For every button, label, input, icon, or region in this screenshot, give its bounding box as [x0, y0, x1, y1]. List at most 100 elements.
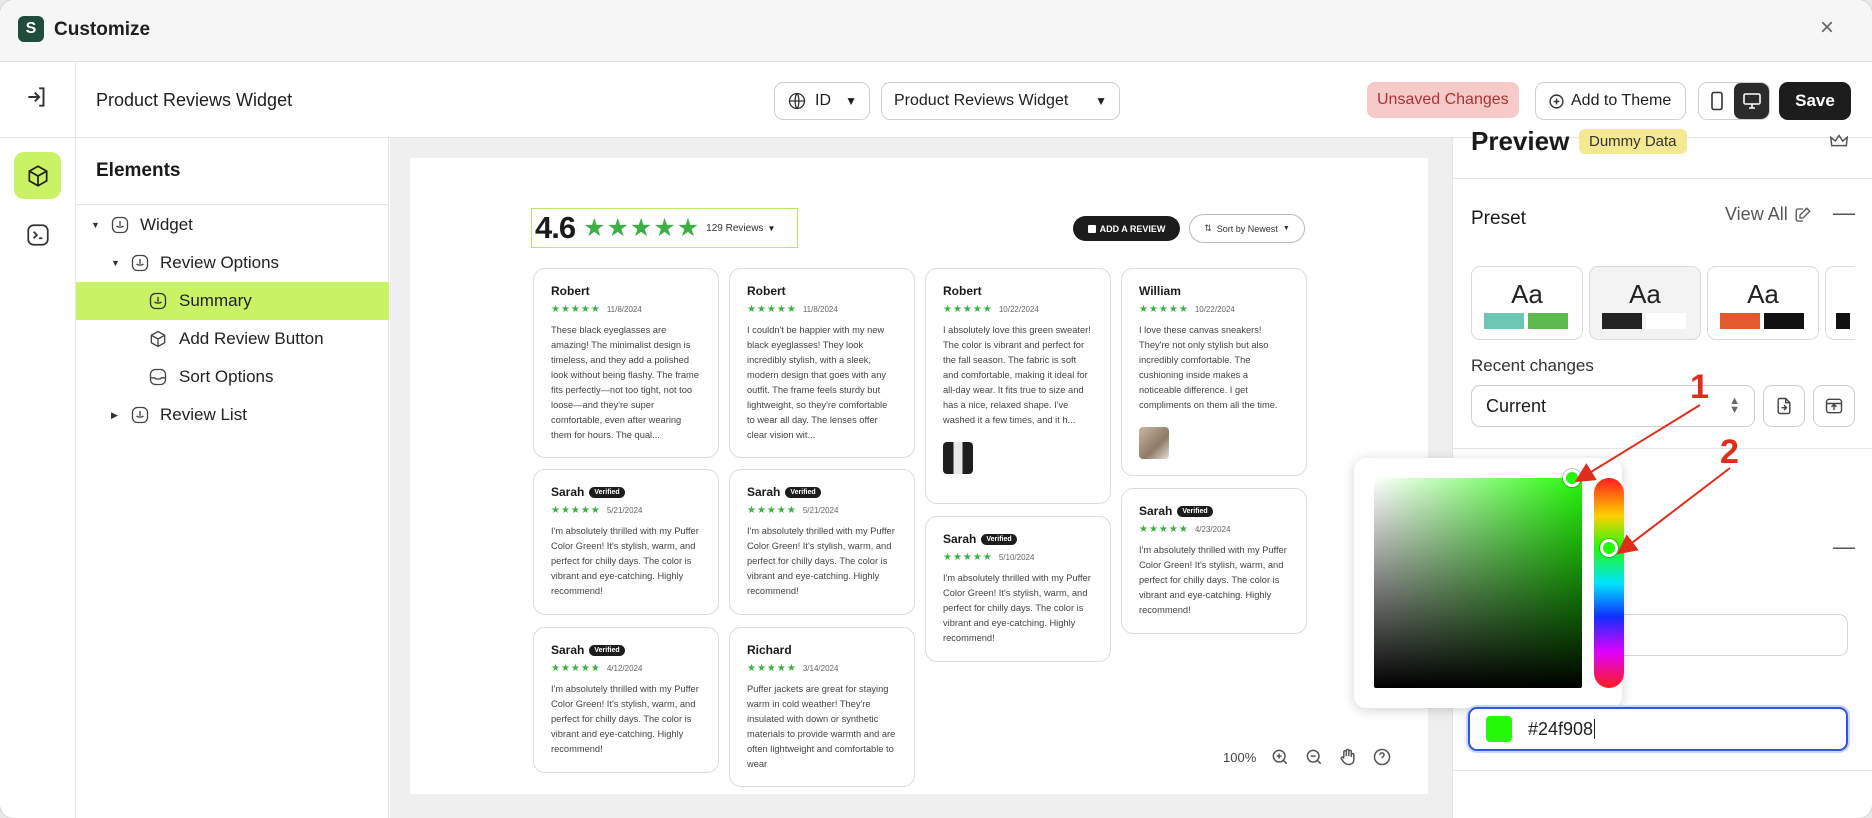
add-review-label: ADD A REVIEW — [1099, 223, 1166, 234]
exit-icon[interactable] — [24, 84, 50, 110]
sort-select[interactable]: ⇅ Sort by Newest ▼ — [1189, 214, 1305, 243]
mobile-view-icon[interactable] — [1699, 83, 1734, 119]
add-review-button[interactable]: ADD A REVIEW — [1073, 216, 1180, 241]
tree-item-sort-options[interactable]: Sort Options — [76, 358, 389, 396]
add-to-theme-button[interactable]: Add to Theme — [1535, 82, 1686, 120]
preset-card[interactable]: Aa — [1707, 266, 1819, 340]
save-button[interactable]: Save — [1779, 82, 1851, 120]
help-icon[interactable] — [1372, 747, 1392, 767]
top-toolbar: Product Reviews Widget ID ▼ Product Revi… — [0, 62, 1872, 138]
color-picker-popover — [1354, 458, 1624, 708]
terminal-icon — [26, 223, 49, 246]
view-all-link[interactable]: View All — [1725, 204, 1812, 225]
chevron-down-icon: ▼ — [845, 94, 857, 108]
import-icon — [1777, 397, 1791, 415]
preset-sample: Aa — [1747, 279, 1779, 309]
caret-down-icon[interactable]: ▼ — [91, 220, 100, 230]
hand-icon[interactable] — [1338, 747, 1358, 767]
updown-icon: ▲ ▼ — [1729, 395, 1740, 416]
tree-item-summary[interactable]: Summary — [76, 282, 389, 320]
review-stars: ★★★★★ — [943, 552, 993, 563]
review-stars: ★★★★★ — [747, 663, 797, 674]
hue-slider[interactable] — [1594, 478, 1624, 688]
review-card: Robert ★★★★★ 11/8/2024 These black eyegla… — [533, 268, 719, 458]
language-select[interactable]: ID ▼ — [774, 82, 870, 120]
elements-nav-button[interactable] — [14, 152, 61, 199]
desktop-view-icon[interactable] — [1734, 83, 1769, 119]
review-text: I absolutely love this green sweater! Th… — [943, 325, 1091, 425]
dummy-data-badge: Dummy Data — [1579, 129, 1687, 154]
close-icon[interactable]: × — [1820, 16, 1834, 40]
divider — [1453, 448, 1872, 449]
recent-changes-select[interactable]: Current ▲ ▼ — [1471, 385, 1755, 427]
hue-handle[interactable] — [1600, 539, 1618, 557]
review-stars: ★★★★★ — [551, 505, 601, 516]
inbox-icon — [149, 368, 167, 386]
preset-card[interactable]: Aa — [1589, 266, 1701, 340]
preset-card-partial[interactable] — [1825, 266, 1855, 340]
add-to-theme-label: Add to Theme — [1571, 92, 1672, 109]
chevron-down-icon: ▼ — [1282, 225, 1290, 232]
device-toggle — [1698, 82, 1770, 120]
tree-item-label: Widget — [140, 215, 193, 234]
tree-item-review-list[interactable]: ▶ Review List — [76, 396, 389, 434]
reviewer-name: Robert — [551, 284, 590, 298]
review-stars: ★★★★★ — [1139, 524, 1189, 535]
rating-summary[interactable]: 4.6 ★★★★★ 129 Reviews ▼ — [531, 208, 798, 248]
caret-right-icon[interactable]: ▶ — [111, 410, 118, 421]
export-button[interactable] — [1813, 385, 1855, 427]
divider — [1453, 178, 1872, 179]
review-photo-thumbnail[interactable] — [943, 442, 973, 474]
color-swatch[interactable] — [1486, 716, 1512, 742]
review-text: I love these canvas sneakers! They're no… — [1139, 325, 1278, 410]
widget-icon — [131, 406, 149, 424]
widget-select[interactable]: Product Reviews Widget ▼ — [881, 82, 1120, 120]
recent-changes-label: Recent changes — [1471, 356, 1594, 375]
tree-item-widget[interactable]: ▼ Widget — [76, 206, 389, 244]
crown-icon[interactable] — [1828, 130, 1850, 152]
reviewer-name: Sarah — [1139, 504, 1173, 518]
review-photo-thumbnail[interactable] — [1139, 427, 1169, 459]
review-date: 11/8/2024 — [802, 305, 838, 314]
sort-icon: ⇅ — [1204, 223, 1212, 233]
hex-color-input[interactable]: #24f908 — [1468, 707, 1848, 751]
review-card: Richard ★★★★★ 3/14/2024 Puffer jackets ar… — [729, 627, 915, 787]
tree-item-review-options[interactable]: ▼ Review Options — [76, 244, 389, 282]
code-nav-button[interactable] — [14, 211, 61, 258]
review-stars: ★★★★★ — [1139, 304, 1189, 315]
app-title: Customize — [54, 19, 151, 40]
tree-item-label: Review List — [160, 405, 247, 424]
zoom-out-icon[interactable] — [1304, 747, 1324, 767]
zoom-in-icon[interactable] — [1270, 747, 1290, 767]
widget-icon — [131, 254, 149, 272]
reviewer-name: Sarah — [943, 532, 977, 546]
reviewer-name: Sarah — [747, 485, 781, 499]
review-text: These black eyeglasses are amazing! The … — [551, 325, 699, 440]
review-text: Puffer jackets are great for staying war… — [747, 684, 896, 769]
collapse-icon[interactable]: — — [1833, 200, 1855, 226]
tree-item-label: Sort Options — [179, 367, 274, 386]
preset-swatch — [1764, 313, 1804, 329]
text-cursor — [1594, 719, 1596, 739]
elements-panel: Elements ▼ Widget ▼ Review Options Summa… — [76, 138, 389, 818]
review-date: 5/21/2024 — [802, 506, 839, 515]
preset-card[interactable]: Aa — [1471, 266, 1583, 340]
app-window: S Customize × Product Reviews Widget ID … — [0, 0, 1872, 818]
review-date: 4/23/2024 — [1194, 525, 1231, 534]
caret-down-icon[interactable]: ▼ — [111, 258, 120, 268]
reviewer-name: Robert — [747, 284, 786, 298]
rating-stars: ★★★★★ — [583, 214, 701, 242]
saturation-handle[interactable] — [1563, 469, 1581, 487]
collapse-icon[interactable]: — — [1833, 534, 1855, 560]
review-card: Robert ★★★★★ 11/8/2024 I couldn't be happ… — [729, 268, 915, 458]
reviewer-name: William — [1139, 284, 1181, 298]
zoom-level: 100% — [1223, 749, 1257, 765]
review-text: I'm absolutely thrilled with my Puffer C… — [747, 526, 895, 596]
review-stars: ★★★★★ — [551, 304, 601, 315]
preset-sample: Aa — [1511, 279, 1543, 309]
import-button[interactable] — [1763, 385, 1805, 427]
preset-swatch — [1484, 313, 1524, 329]
tree-item-add-review-button[interactable]: Add Review Button — [76, 320, 389, 358]
saturation-area[interactable] — [1374, 469, 1582, 688]
rating-value: 4.6 — [535, 210, 576, 245]
